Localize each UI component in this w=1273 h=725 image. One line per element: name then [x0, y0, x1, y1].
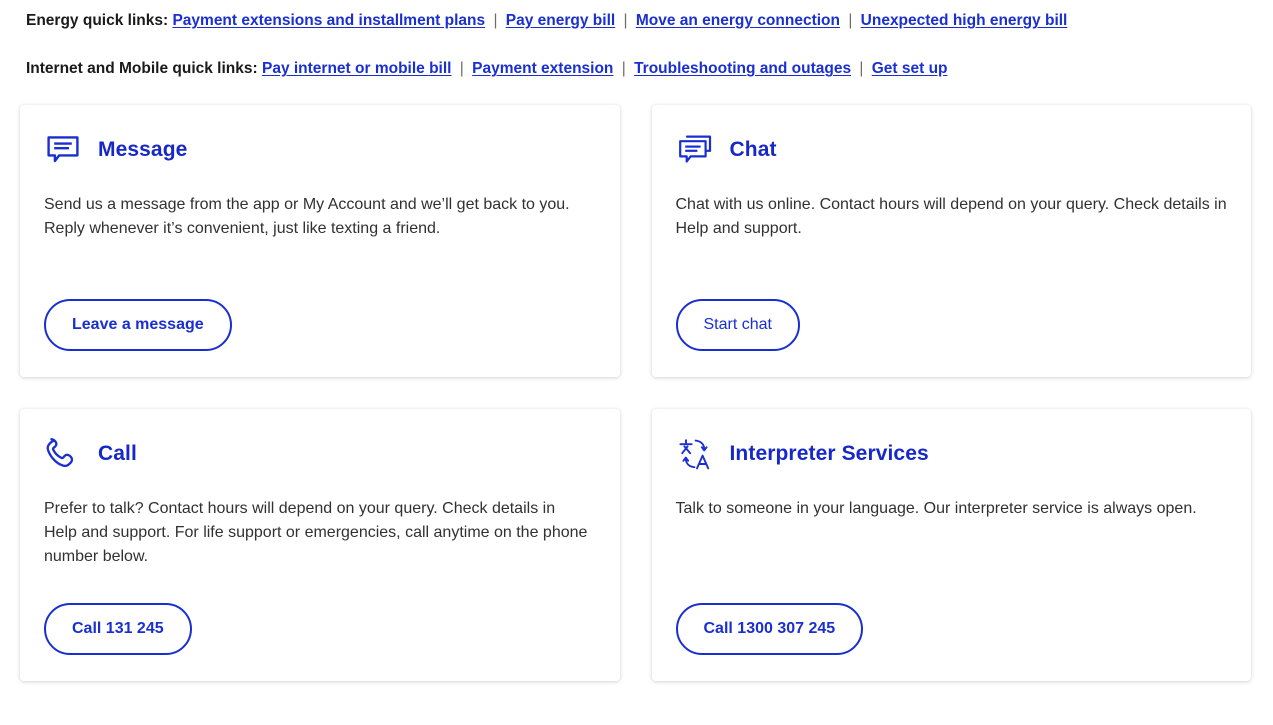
card-cta-wrap: Call 1300 307 245 — [675, 577, 1228, 655]
card-interpreter-services: Interpreter Services Talk to someone in … — [651, 409, 1251, 681]
separator: | — [848, 12, 853, 29]
quick-link-get-set-up[interactable]: Get set up — [872, 60, 948, 77]
quick-link-pay-internet-or-mobile-bill[interactable]: Pay internet or mobile bill — [262, 60, 451, 77]
quick-links-row-internet-and-mobile: Internet and Mobile quick links: Pay int… — [26, 58, 1273, 80]
card-call: Call Prefer to talk? Contact hours will … — [20, 409, 620, 681]
quick-link-move-an-energy-connection[interactable]: Move an energy connection — [636, 12, 840, 29]
card-description: Chat with us online. Contact hours will … — [675, 196, 1227, 237]
call-1300-307-245-button[interactable]: Call 1300 307 245 — [675, 603, 864, 655]
card-title: Interpreter Services — [729, 442, 929, 465]
card-header: Interpreter Services — [676, 433, 1228, 475]
card-header: Call — [44, 433, 596, 475]
separator: | — [621, 60, 626, 77]
quick-link-pay-energy-bill[interactable]: Pay energy bill — [506, 12, 615, 29]
message-bubble-icon — [44, 131, 82, 169]
leave-a-message-button[interactable]: Leave a message — [44, 299, 232, 351]
card-cta-wrap: Start chat — [675, 273, 1228, 351]
card-title: Chat — [729, 138, 777, 161]
quick-links-row-energy: Energy quick links: Payment extensions a… — [26, 10, 1273, 32]
card-cta-wrap: Leave a message — [44, 273, 596, 351]
phone-handset-icon — [44, 435, 82, 473]
separator: | — [859, 60, 864, 77]
separator: | — [493, 12, 498, 29]
card-cta-wrap: Call 131 245 — [44, 577, 596, 655]
separator: | — [623, 12, 628, 29]
quick-links-section: Energy quick links: Payment extensions a… — [0, 0, 1273, 80]
start-chat-button[interactable]: Start chat — [675, 299, 800, 351]
quick-link-payment-extension[interactable]: Payment extension — [472, 60, 613, 77]
contact-methods-grid: Message Send us a message from the app o… — [20, 105, 1251, 681]
chat-bubbles-icon — [676, 131, 714, 169]
separator: | — [459, 60, 464, 77]
quick-links-label: Internet and Mobile quick links: — [26, 60, 258, 77]
card-header: Chat — [676, 129, 1228, 171]
quick-links-label: Energy quick links: — [26, 12, 169, 29]
card-message: Message Send us a message from the app o… — [20, 105, 620, 377]
card-description: Talk to someone in your language. Our in… — [675, 500, 1197, 517]
card-description: Send us a message from the app or My Acc… — [44, 196, 570, 237]
translate-icon — [676, 435, 714, 473]
card-title: Message — [98, 138, 188, 161]
card-title: Call — [98, 442, 137, 465]
quick-link-troubleshooting-and-outages[interactable]: Troubleshooting and outages — [634, 60, 851, 77]
card-header: Message — [44, 129, 596, 171]
quick-link-payment-extensions-and-installment-plans[interactable]: Payment extensions and installment plans — [172, 12, 485, 29]
call-131-245-button[interactable]: Call 131 245 — [44, 603, 192, 655]
card-chat: Chat Chat with us online. Contact hours … — [651, 105, 1251, 377]
quick-link-unexpected-high-energy-bill[interactable]: Unexpected high energy bill — [861, 12, 1068, 29]
card-description: Prefer to talk? Contact hours will depen… — [44, 500, 588, 565]
